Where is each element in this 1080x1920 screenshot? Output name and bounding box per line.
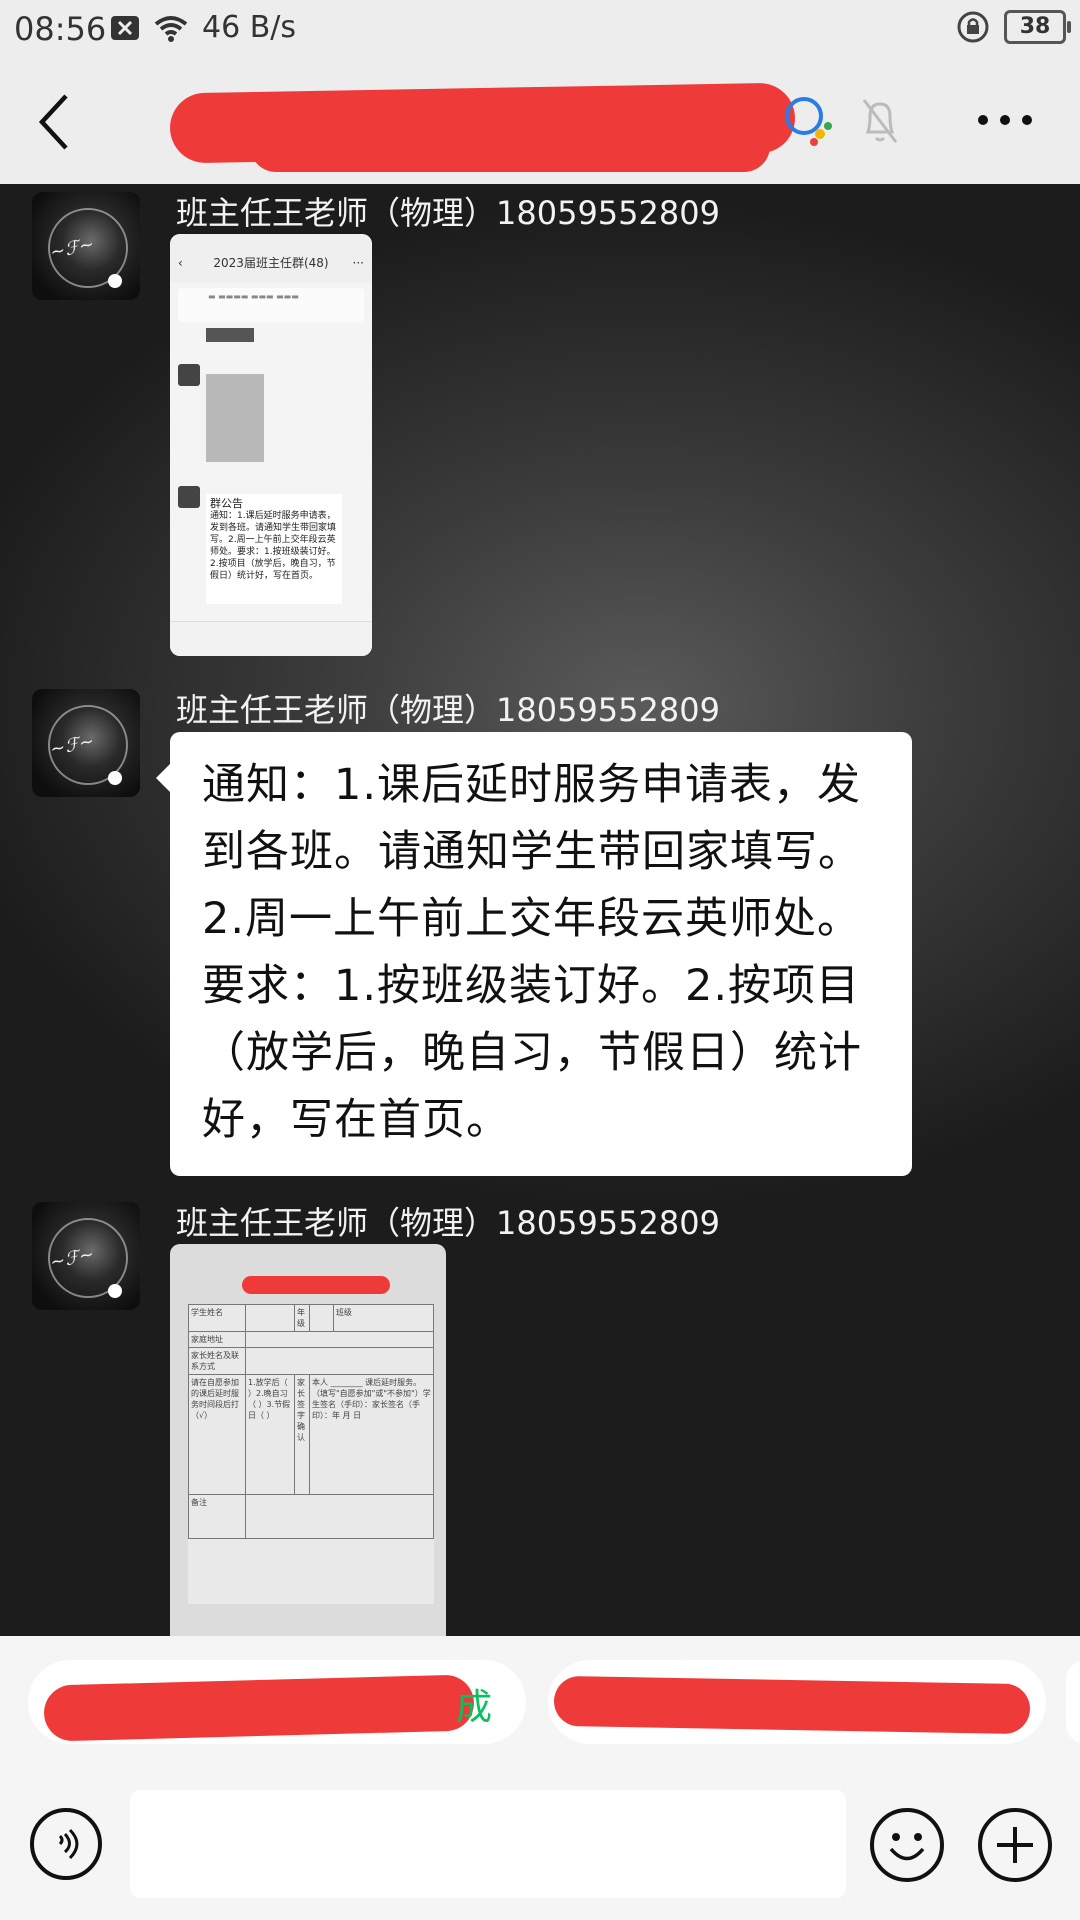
mini-doc-row: [170, 364, 372, 474]
back-button[interactable]: [34, 90, 74, 154]
chat-message-list[interactable]: ~ℱ~ 班主任王老师（物理）18059552809 ‹ 2023届班主任群(48…: [0, 184, 1080, 1636]
sender-avatar[interactable]: ~ℱ~: [32, 192, 140, 300]
group-search-icon[interactable]: [780, 92, 838, 150]
text-message-bubble[interactable]: 通知：1.课后延时服务申请表，发到各班。请通知学生带回家填写。2.周一上午前上交…: [156, 732, 912, 1176]
rotation-lock-icon: [957, 11, 989, 43]
sender-name: 班主任王老师（物理）18059552809: [176, 194, 720, 232]
quick-reply-redaction: [553, 1675, 1031, 1735]
mini-avatar: [178, 364, 200, 386]
status-right: 38: [956, 10, 1071, 44]
net-speed: 46 B/s: [202, 10, 297, 45]
status-time: 08:56: [14, 10, 107, 48]
mini-doc-photo: [206, 374, 264, 462]
emoji-icon: [889, 1833, 925, 1861]
form-cell: 班级: [332, 1304, 435, 1332]
voice-input-button[interactable]: [30, 1808, 102, 1880]
mini-card-text: 通知：1.课后延时服务申请表，发到各班。请通知学生带回家填写。2.周一上午前上交…: [210, 511, 337, 581]
sender-avatar[interactable]: ~ℱ~: [32, 689, 140, 797]
wifi-icon: [154, 15, 188, 42]
mini-card-row: 群公告 通知：1.课后延时服务申请表，发到各班。请通知学生带回家填写。2.周一上…: [170, 486, 372, 616]
status-network: 46 B/s: [110, 10, 296, 45]
message-text-input[interactable]: [130, 1790, 846, 1898]
form-table: 学生姓名 年级 班级 家庭地址 家长姓名及联系方式 请在自愿参加的课后延时服务时…: [188, 1304, 435, 1539]
form-cell: 请在自愿参加的课后延时服务时间段后打（√）: [188, 1374, 246, 1495]
sender-name: 班主任王老师（物理）18059552809: [176, 1204, 720, 1242]
avatar-dot: [108, 771, 122, 785]
battery-indicator: 38: [1004, 10, 1071, 44]
form-cell: 家长签字确认: [294, 1374, 310, 1495]
form-cell: 学生姓名: [188, 1304, 246, 1332]
mini-chat-title: ‹ 2023届班主任群(48) ···: [170, 234, 372, 282]
chat-title-redaction-lower: [250, 120, 770, 172]
mute-bell-icon: [862, 99, 898, 143]
mini-announcement-bar: ▬ ▬▬▬▬ ▬▬▬ ▬▬▬: [178, 288, 364, 322]
status-bar: 08:56 46 B/s 38: [0, 0, 1080, 60]
quick-reply-3[interactable]: [1066, 1660, 1080, 1744]
mini-avatar: [178, 486, 200, 508]
emoji-button[interactable]: [870, 1808, 944, 1882]
application-form: 学生姓名 年级 班级 家庭地址 家长姓名及联系方式 请在自愿参加的课后延时服务时…: [188, 1304, 435, 1604]
mini-chat-title-text: 2023届班主任群(48): [213, 256, 329, 270]
quick-reply-1-text: 成: [455, 1687, 492, 1728]
message-input-row: [0, 1786, 1080, 1906]
mini-image-strip: [206, 328, 254, 342]
more-options-button[interactable]: [975, 108, 1035, 132]
more-functions-button[interactable]: [978, 1808, 1052, 1882]
quick-reply-redaction: [43, 1674, 475, 1742]
form-cell: 年级: [294, 1304, 310, 1332]
mini-card-title: 群公告: [210, 497, 243, 510]
quick-reply-1[interactable]: 成: [28, 1660, 526, 1744]
form-cell: 本人 ________ 课后延时服务。（填写"自愿参加"或"不参加"）学生签名（…: [309, 1374, 434, 1495]
image-message-screenshot[interactable]: ‹ 2023届班主任群(48) ··· ▬ ▬▬▬▬ ▬▬▬ ▬▬▬ 群公告 通…: [170, 234, 372, 656]
form-title-redaction: [242, 1276, 390, 1294]
form-cell: 备注: [188, 1494, 246, 1539]
chat-header: [0, 60, 1080, 184]
mini-announcement-card: 群公告 通知：1.课后延时服务申请表，发到各班。请通知学生带回家填写。2.周一上…: [206, 494, 342, 604]
voice-icon: [58, 1828, 79, 1860]
notification-close-icon: [111, 15, 139, 40]
avatar-dot: [108, 1284, 122, 1298]
form-cell: 家庭地址: [188, 1331, 246, 1348]
avatar-dot: [108, 274, 122, 288]
sender-name: 班主任王老师（物理）18059552809: [176, 691, 720, 729]
form-cell: 1.放学后（ ）2.晚自习（ ）3.节假日（ ）: [245, 1374, 295, 1495]
sender-avatar[interactable]: ~ℱ~: [32, 1202, 140, 1310]
quick-reply-2[interactable]: [548, 1660, 1046, 1744]
bottom-panel: 成: [0, 1636, 1080, 1920]
mini-input-bar: [170, 621, 372, 656]
form-cell: 家长姓名及联系方式: [188, 1347, 246, 1375]
plus-icon: [997, 1827, 1033, 1863]
image-message-form-photo[interactable]: 学生姓名 年级 班级 家庭地址 家长姓名及联系方式 请在自愿参加的课后延时服务时…: [170, 1244, 446, 1636]
